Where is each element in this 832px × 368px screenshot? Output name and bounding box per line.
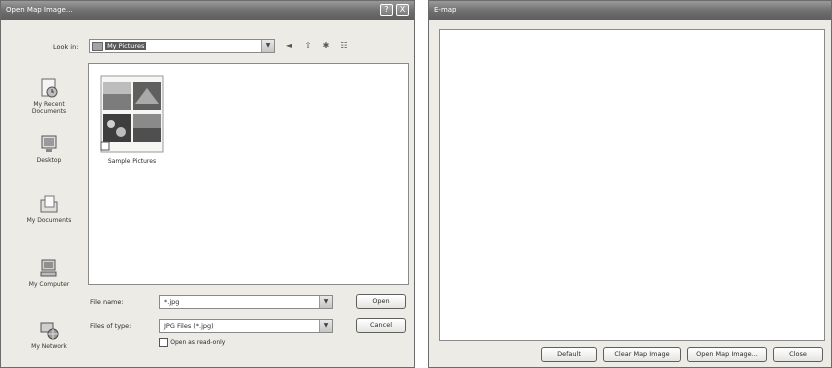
clear-map-image-button[interactable]: Clear Map Image <box>603 347 681 362</box>
place-recent-documents[interactable]: My Recent Documents <box>16 77 82 115</box>
my-computer-icon <box>40 259 57 277</box>
place-label: My Computer <box>28 281 70 288</box>
open-readonly-checkbox[interactable]: Open as read-only <box>159 338 225 348</box>
file-type-dropdown[interactable]: JPG Files (*.jpg) ▼ <box>159 319 333 333</box>
place-label: Desktop <box>36 157 62 164</box>
my-documents-icon <box>40 195 58 213</box>
close-emap-button[interactable]: Close <box>773 347 823 362</box>
desktop-icon <box>41 135 57 152</box>
file-name-value: *.jpg <box>164 298 180 306</box>
folder-thumbnail-icon <box>100 75 164 153</box>
open-map-image-dialog: Open Map Image... ? X Look in: My Pictur… <box>0 0 415 368</box>
open-button[interactable]: Open <box>356 294 406 309</box>
emap-title: E-map <box>434 6 457 14</box>
look-in-value: My Pictures <box>105 42 147 50</box>
chevron-down-icon[interactable]: ▼ <box>261 40 274 52</box>
place-my-documents[interactable]: My Documents <box>16 193 82 224</box>
emap-titlebar[interactable]: E-map <box>429 1 831 20</box>
default-button[interactable]: Default <box>541 347 597 362</box>
file-name-input[interactable]: *.jpg ▼ <box>159 295 333 309</box>
look-in-dropdown[interactable]: My Pictures ▼ <box>89 39 275 53</box>
place-my-network[interactable]: My Network <box>16 319 82 350</box>
checkbox-box[interactable] <box>159 338 168 347</box>
place-label: My Network <box>31 343 67 350</box>
recent-documents-icon <box>41 78 58 98</box>
chevron-down-icon[interactable]: ▼ <box>319 296 332 308</box>
place-label: Documents <box>31 108 67 115</box>
place-desktop[interactable]: Desktop <box>16 133 82 164</box>
file-name-label: File name: <box>90 298 124 306</box>
list-item[interactable]: Sample Pictures <box>99 74 165 174</box>
chevron-down-icon[interactable]: ▼ <box>319 320 332 332</box>
cancel-button[interactable]: Cancel <box>356 318 406 333</box>
open-readonly-label: Open as read-only <box>170 339 226 346</box>
folder-icon <box>92 41 103 51</box>
file-name: Sample Pictures <box>107 158 157 165</box>
file-type-label: Files of type: <box>90 322 132 330</box>
places-bar: My Recent Documents Desktop My Documents <box>16 1 82 350</box>
new-folder-icon[interactable]: ✱ <box>321 41 331 51</box>
place-label: My Recent <box>33 101 65 108</box>
close-button[interactable]: X <box>396 4 409 16</box>
place-my-computer[interactable]: My Computer <box>16 257 82 288</box>
file-list-pane[interactable]: Sample Pictures <box>88 63 409 285</box>
file-type-value: JPG Files (*.jpg) <box>164 322 214 330</box>
back-icon[interactable]: ◄ <box>284 41 294 51</box>
my-network-icon <box>40 322 59 340</box>
place-label: My Documents <box>26 217 72 224</box>
help-button[interactable]: ? <box>380 4 393 16</box>
map-canvas[interactable] <box>439 29 825 341</box>
views-menu-icon[interactable]: ☷ <box>339 41 349 51</box>
up-folder-icon[interactable]: ⇧ <box>303 41 313 51</box>
open-map-image-button[interactable]: Open Map Image... <box>687 347 767 362</box>
emap-window: E-map Default Clear Map Image Open Map I… <box>428 0 832 368</box>
